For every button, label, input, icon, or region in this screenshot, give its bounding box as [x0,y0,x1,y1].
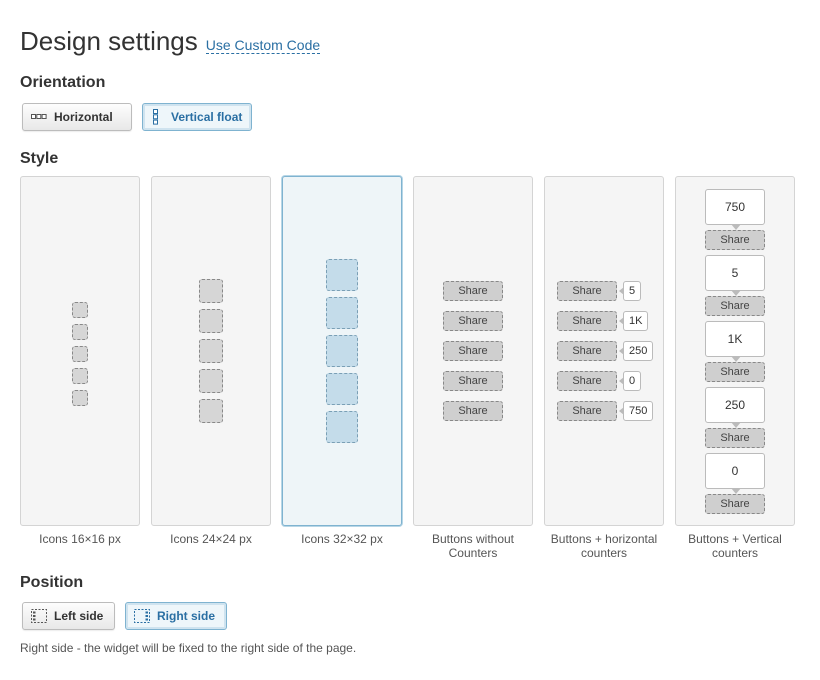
position-description: Right side - the widget will be fixed to… [20,641,357,655]
horizontal-counter: 1K [618,311,649,331]
share-button-preview: Share [557,281,617,301]
vertical-counter: 5 [705,255,765,296]
style-caption-buttons-horizontal-counters: Buttons + horizontal counters [550,532,658,560]
horizontal-counter: 750 [618,401,654,421]
share-button-preview: Share [705,362,765,382]
style-card-icons-24[interactable] [151,176,271,526]
horizontal-counter: 250 [618,341,654,361]
icon-placeholder [72,368,88,384]
share-button-preview: Share [557,401,617,421]
share-button-preview: Share [705,296,765,316]
horizontal-counter: 5 [618,281,642,301]
style-card-buttons-vertical-counters[interactable]: 750 Share 5 Share 1K Share 250 Share 0 S… [675,176,795,526]
left-side-icon [31,609,47,623]
vertical-float-option-button[interactable]: Vertical float [142,103,252,131]
vertical-counter: 0 [705,453,765,494]
share-button-preview: Share [557,371,617,391]
style-caption-icons-16: Icons 16×16 px [39,532,121,546]
share-button-preview: Share [443,371,503,391]
icon-placeholder [326,373,358,405]
icon-placeholder [326,335,358,367]
icon-placeholder [72,302,88,318]
orientation-heading: Orientation [20,74,106,91]
horizontal-option-label: Horizontal [54,110,113,124]
right-side-icon [134,609,150,623]
share-button-preview: Share [443,311,503,331]
share-button-preview: Share [705,494,765,514]
share-button-preview: Share [443,281,503,301]
icon-placeholder [199,309,223,333]
style-caption-buttons-vertical-counters: Buttons + Vertical counters [688,532,782,560]
page-title: Design settings [20,26,198,56]
right-side-option-label: Right side [157,609,216,623]
style-caption-icons-24: Icons 24×24 px [170,532,252,546]
title-row: Design settings Use Custom Code [20,26,321,57]
left-side-option-label: Left side [54,609,104,623]
share-button-preview: Share [557,341,617,361]
icon-placeholder [199,399,223,423]
horizontal-layout-icon [31,114,47,120]
style-card-buttons-horizontal-counters[interactable]: Share 5 Share 1K Share 250 Share 0 Share… [544,176,664,526]
icon-placeholder [199,369,223,393]
use-custom-code-link[interactable]: Use Custom Code [205,38,321,54]
icon-placeholder [326,411,358,443]
style-card-icons-32[interactable] [282,176,402,526]
horizontal-counter: 0 [618,371,642,391]
share-button-preview: Share [443,341,503,361]
vertical-counter: 750 [705,189,765,230]
share-button-preview: Share [443,401,503,421]
share-button-preview: Share [557,311,617,331]
vertical-layout-icon [153,109,159,125]
vertical-counter: 250 [705,387,765,428]
icon-placeholder [72,346,88,362]
horizontal-option-button[interactable]: Horizontal [22,103,132,131]
vertical-counter: 1K [705,321,765,362]
style-caption-icons-32: Icons 32×32 px [301,532,383,546]
vertical-float-option-label: Vertical float [171,110,243,124]
style-card-buttons-no-counters[interactable]: Share Share Share Share Share [413,176,533,526]
icon-placeholder [72,390,88,406]
right-side-option-button[interactable]: Right side [125,602,227,630]
icon-placeholder [199,339,223,363]
icon-placeholder [326,259,358,291]
share-button-preview: Share [705,230,765,250]
position-heading: Position [20,574,84,591]
icon-placeholder [199,279,223,303]
share-button-preview: Share [705,428,765,448]
icon-placeholder [72,324,88,340]
style-card-icons-16[interactable] [20,176,140,526]
style-caption-buttons-no-counters: Buttons without Counters [431,532,515,560]
style-heading: Style [20,150,59,167]
left-side-option-button[interactable]: Left side [22,602,115,630]
icon-placeholder [326,297,358,329]
